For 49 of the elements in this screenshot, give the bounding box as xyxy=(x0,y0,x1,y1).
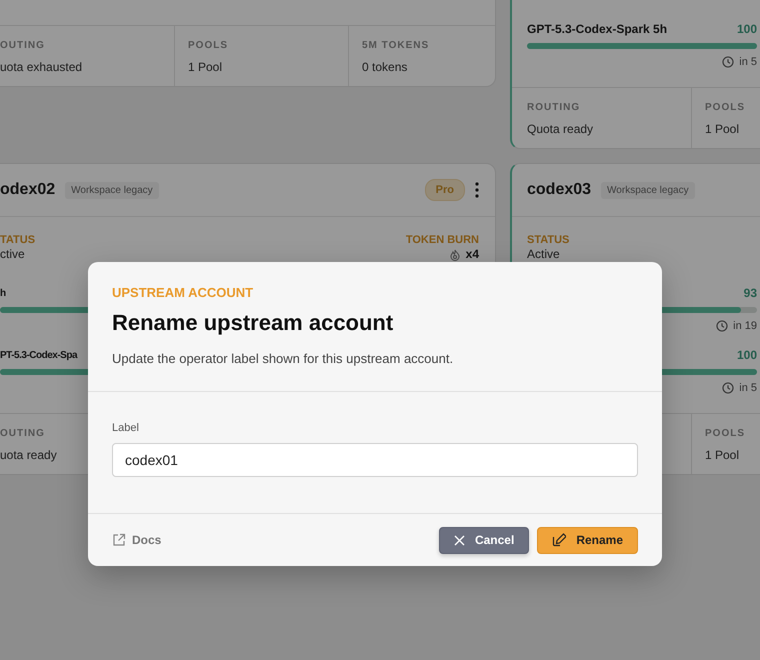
quota-label: h xyxy=(0,288,6,298)
stat-label: OUTING xyxy=(0,428,46,440)
dialog-description: Update the operator label shown for this upstream account. xyxy=(112,350,454,368)
stat-label: POOLS xyxy=(705,102,746,114)
external-link-icon xyxy=(112,533,126,547)
status-label: TATUS xyxy=(0,234,36,247)
reset-time: in 5 xyxy=(739,382,757,394)
clock-icon xyxy=(722,382,734,394)
flame-icon xyxy=(448,248,461,260)
stat-value: 1 Pool xyxy=(705,448,740,462)
stat-value: 0 tokens xyxy=(362,60,408,74)
kebab-menu-icon[interactable] xyxy=(475,182,479,198)
reset-time: in 19 xyxy=(733,320,757,332)
docs-link[interactable]: Docs xyxy=(112,533,162,547)
label-input-field[interactable]: codex01 xyxy=(112,443,638,477)
token-burn-label: TOKEN BURN xyxy=(406,234,479,247)
stat-value: Quota ready xyxy=(527,122,594,136)
quota-label: PT-5.3-Codex-Spa xyxy=(0,350,78,360)
workspace-tag: Workspace legacy xyxy=(65,182,159,198)
stat-value: 1 Pool xyxy=(705,122,740,136)
dialog-title: Rename upstream account xyxy=(112,309,394,337)
account-name: codex03 xyxy=(527,181,592,199)
stat-label: ROUTING xyxy=(527,102,582,114)
status-label: STATUS xyxy=(527,234,570,247)
status-value: ctive xyxy=(0,247,26,262)
stat-label: 5M TOKENS xyxy=(362,40,430,52)
quota-percent: 100 xyxy=(736,22,757,36)
quota-percent: 100 xyxy=(736,348,757,362)
clock-icon xyxy=(722,56,734,68)
pencil-icon xyxy=(552,533,566,547)
workspace-tag: Workspace legacy xyxy=(601,182,695,198)
plan-badge: Pro xyxy=(424,179,465,201)
account-name: odex02 xyxy=(0,181,56,199)
clock-icon xyxy=(716,320,728,332)
stat-label: OUTING xyxy=(0,40,46,52)
quota-label: GPT-5.3-Codex-Spark 5h xyxy=(527,22,668,36)
quota-percent: 93 xyxy=(744,286,757,300)
field-label: Label xyxy=(112,421,140,435)
close-icon xyxy=(454,534,465,546)
cancel-button[interactable]: Cancel xyxy=(438,526,530,554)
stat-value: 1 Pool xyxy=(188,60,224,74)
stat-label: POOLS xyxy=(188,40,230,52)
confirm-button[interactable]: Rename xyxy=(537,526,638,554)
stat-label: POOLS xyxy=(705,428,746,440)
reset-time: in 5 xyxy=(739,56,757,68)
status-value: Active xyxy=(527,247,561,262)
stat-value: uota exhausted xyxy=(0,60,84,74)
dialog-eyebrow: UPSTREAM ACCOUNT xyxy=(112,286,254,300)
token-burn-value: x4 xyxy=(466,247,479,262)
